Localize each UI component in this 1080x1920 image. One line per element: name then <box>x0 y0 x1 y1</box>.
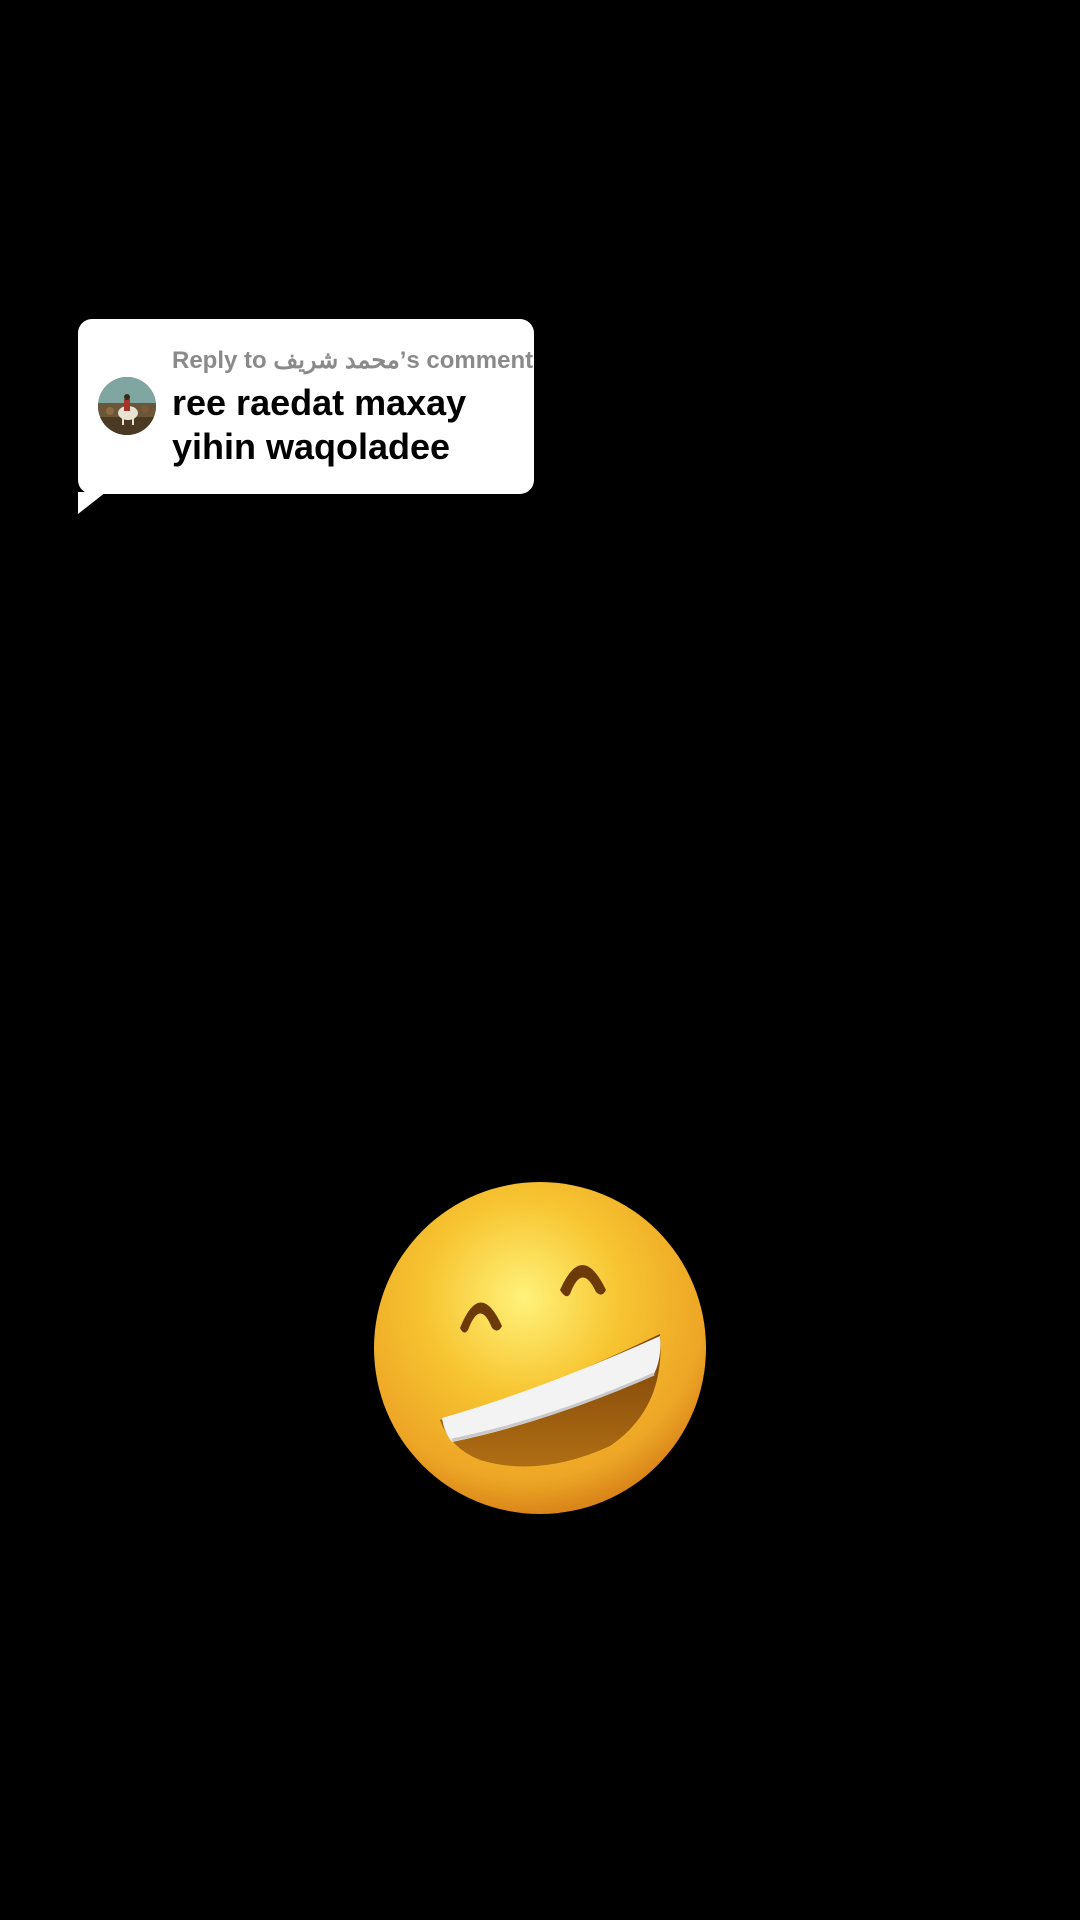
user-avatar-icon <box>98 377 156 435</box>
grinning-face-emoji-icon <box>370 1178 710 1518</box>
reply-to-label: Reply to محمد شريف’s comment <box>172 347 534 374</box>
comment-text: ree raedat maxay yihin waqoladee <box>172 382 467 467</box>
commenter-avatar[interactable] <box>98 377 156 435</box>
bubble-tail <box>78 492 106 514</box>
reply-comment-bubble[interactable]: Reply to محمد شريف’s comment ree raedat … <box>78 319 534 514</box>
